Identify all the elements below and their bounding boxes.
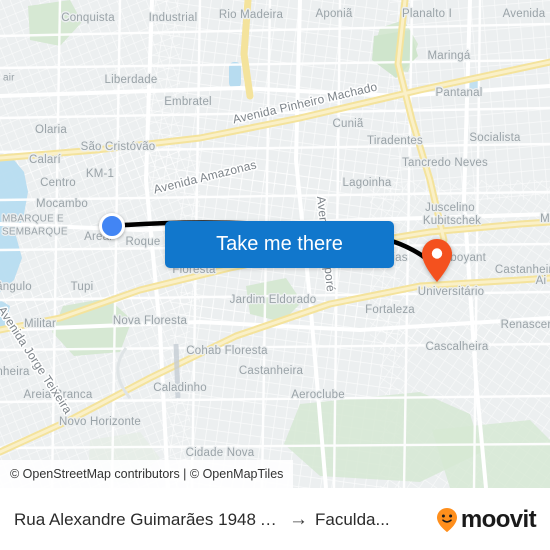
origin-address-label: Rua Alexandre Guimarães 1948 Areal P... [14, 509, 282, 529]
map-canvas[interactable]: Conquista Industrial Rio Madeira Aponiã Plan… [0, 0, 550, 488]
moovit-map-share-card: Conquista Industrial Rio Madeira Aponiã Plan… [0, 0, 550, 550]
map-attribution: © OpenStreetMap contributors | © OpenMap… [0, 460, 294, 488]
footer-bar: Rua Alexandre Guimarães 1948 Areal P... … [0, 488, 550, 550]
arrow-right-icon: → [289, 508, 308, 530]
origin-marker[interactable] [99, 213, 125, 239]
moovit-pin-icon [436, 507, 457, 532]
route-summary: Rua Alexandre Guimarães 1948 Areal P... … [14, 509, 430, 531]
take-me-there-button[interactable]: Take me there [165, 221, 394, 268]
take-me-there-label: Take me there [216, 233, 343, 255]
destination-label: Faculda... [315, 509, 390, 529]
moovit-logo: moovit [436, 505, 537, 534]
moovit-wordmark: moovit [460, 505, 537, 533]
attribution-text: © OpenStreetMap contributors | © OpenMap… [10, 467, 284, 481]
destination-marker-icon[interactable] [422, 239, 452, 282]
